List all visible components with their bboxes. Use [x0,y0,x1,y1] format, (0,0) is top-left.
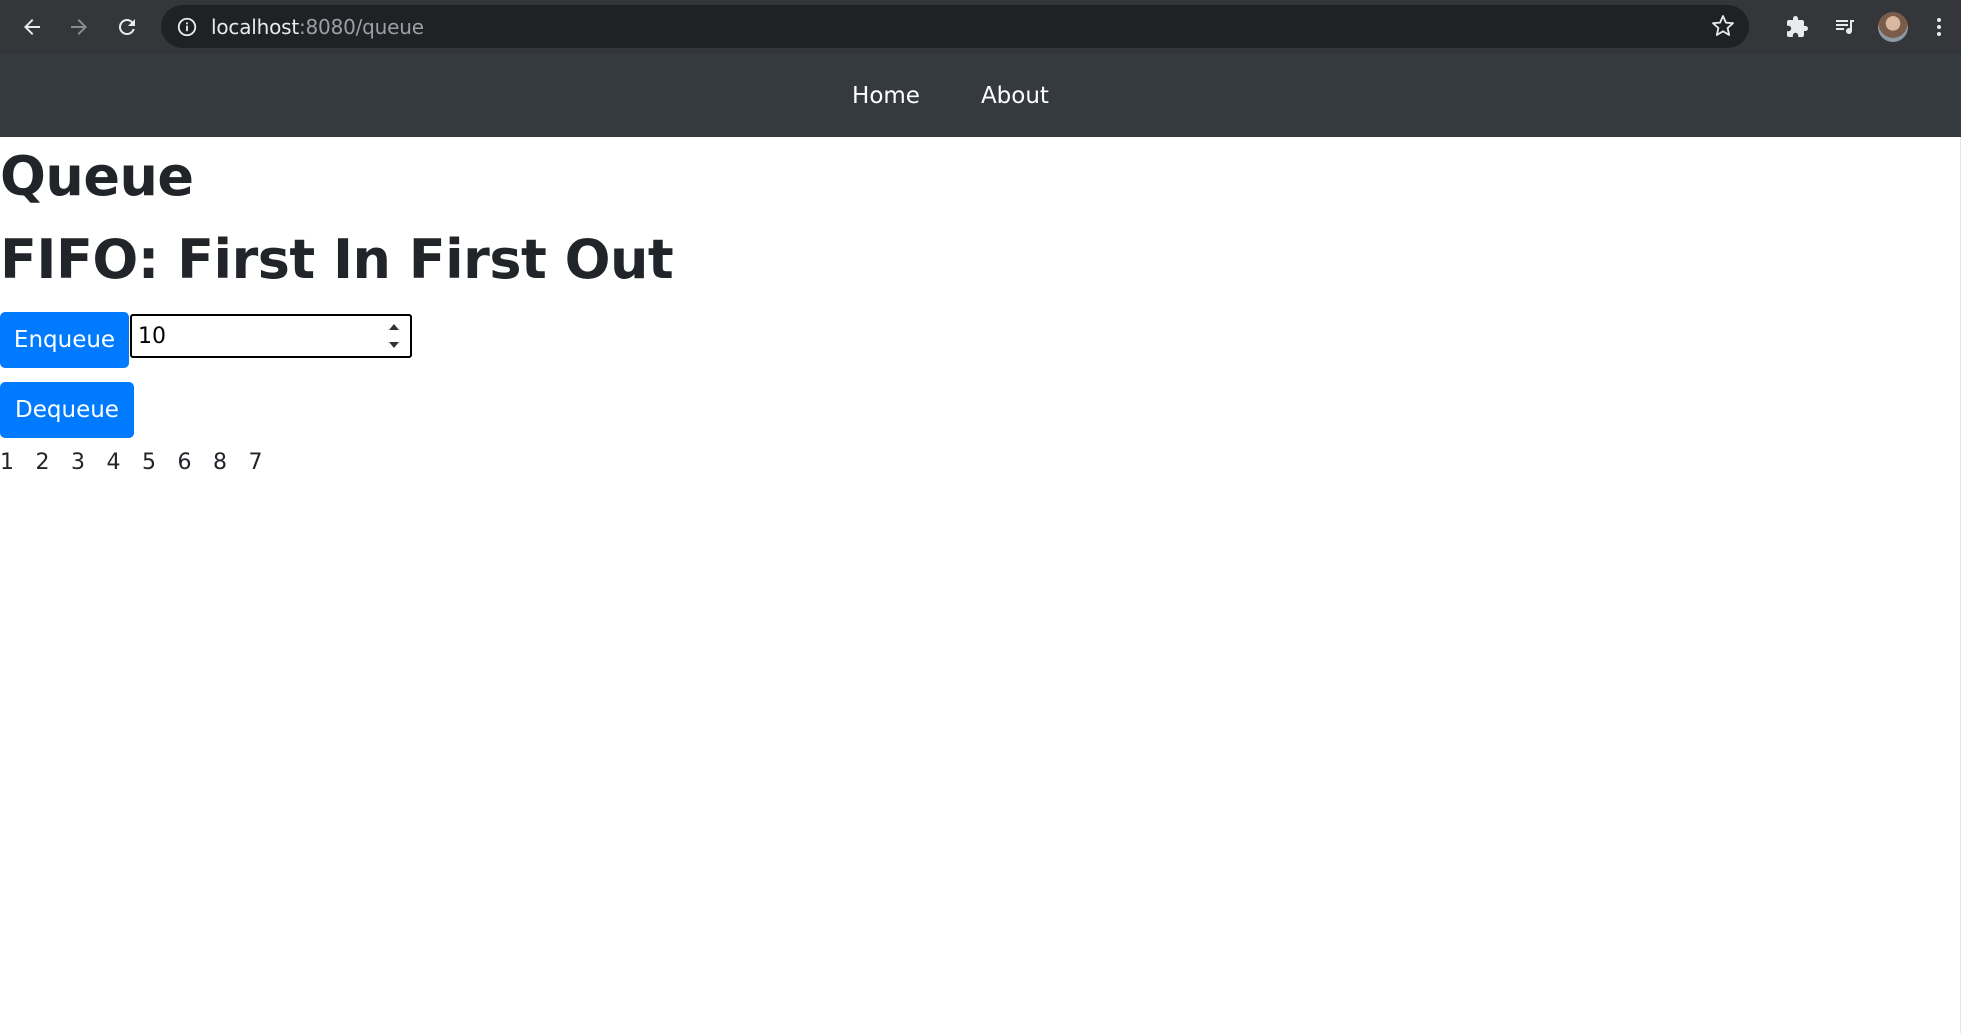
url-path: :8080/queue [298,14,424,39]
media-queue-icon [1836,20,1854,35]
bookmark-star-button[interactable] [1711,14,1735,42]
back-button[interactable] [12,7,52,47]
queue-item: 5 [142,450,156,475]
queue-item: 4 [106,450,121,475]
extensions-button[interactable] [1773,3,1821,51]
enqueue-value-input[interactable] [136,316,370,356]
url-host: localhost [211,14,299,39]
nav-about-link[interactable]: About [981,83,1049,109]
dequeue-button[interactable]: Dequeue [0,382,134,438]
info-icon[interactable] [175,15,199,39]
stepper-down-icon[interactable] [389,342,399,348]
stepper-up-icon[interactable] [389,324,399,330]
profile-button[interactable] [1869,3,1917,51]
star-icon [1712,15,1734,36]
enqueue-value-field[interactable] [130,314,412,358]
queue-items-list: 12345687 [0,450,284,475]
forward-button[interactable] [59,7,99,47]
extensions-icon [1787,16,1808,37]
queue-item: 6 [177,450,192,475]
number-stepper[interactable] [384,320,404,352]
reload-icon [118,18,135,35]
url-text: localhost:8080/queue [211,15,424,39]
more-menu-icon [1937,18,1941,36]
reload-button[interactable] [107,7,147,47]
profile-avatar [1878,12,1908,42]
page-title: Queue [0,145,194,208]
more-menu-button[interactable] [1917,3,1961,51]
site-navbar: Home About [0,54,1961,137]
queue-item: 2 [35,450,50,475]
queue-item: 7 [248,450,263,475]
forward-arrow-icon [71,19,87,35]
browser-toolbar: localhost:8080/queue [0,0,1961,54]
address-bar[interactable]: localhost:8080/queue [161,5,1749,48]
back-arrow-icon [24,19,40,35]
nav-links: Home About [852,83,1049,109]
page-subtitle: FIFO: First In First Out [0,228,674,291]
media-queue-button[interactable] [1821,3,1869,51]
toolbar-right [1773,0,1961,54]
queue-item: 3 [71,450,85,475]
enqueue-button[interactable]: Enqueue [0,312,129,368]
nav-home-link[interactable]: Home [852,83,920,109]
queue-item: 8 [213,450,227,475]
queue-item: 1 [0,450,14,475]
